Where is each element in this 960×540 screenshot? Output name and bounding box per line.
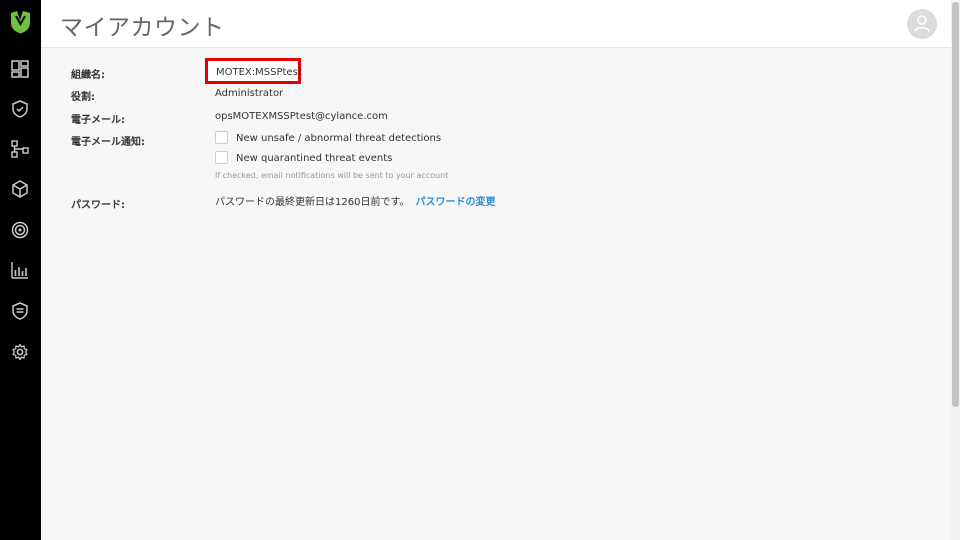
notify-threat-label[interactable]: New unsafe / abnormal threat detections (236, 133, 441, 144)
notify-threat-checkbox[interactable] (215, 131, 228, 144)
dashboard-icon[interactable] (11, 60, 29, 78)
password-age-text: パスワードの最終更新日は1260日前です。 (215, 197, 410, 208)
radar-icon[interactable] (11, 221, 29, 239)
scrollbar[interactable] (951, 0, 960, 540)
org-label: 組織名: (71, 70, 105, 81)
sidebar (0, 0, 41, 540)
list-shield-icon[interactable] (11, 302, 29, 320)
email-value: opsMOTEXMSSPtest@cylance.com (215, 111, 388, 122)
password-status: パスワードの最終更新日は1260日前です。 パスワードの変更 (215, 193, 495, 208)
page-title: マイアカウント (60, 15, 225, 41)
notify-label: 電子メール通知: (71, 137, 145, 148)
cube-icon[interactable] (11, 180, 29, 198)
change-password-link[interactable]: パスワードの変更 (415, 197, 495, 208)
org-value-highlight: MOTEX:MSSPtest (205, 58, 302, 84)
password-label: パスワード: (71, 200, 125, 211)
role-label: 役割: (71, 92, 95, 103)
account-details: 組織名: MOTEX:MSSPtest 役割: Administrator 電子… (41, 49, 951, 540)
network-icon[interactable] (11, 140, 29, 158)
user-icon (914, 15, 930, 32)
avatar[interactable] (907, 9, 937, 39)
header: マイアカウント (41, 0, 951, 48)
role-value: Administrator (215, 88, 284, 99)
shield-icon[interactable] (11, 100, 29, 118)
bar-chart-icon[interactable] (11, 261, 29, 279)
notify-quarantine-label[interactable]: New quarantined threat events (236, 153, 392, 164)
email-label: 電子メール: (71, 115, 125, 126)
cylance-logo-icon[interactable] (10, 10, 31, 34)
gear-icon[interactable] (11, 343, 29, 361)
notify-quarantine-checkbox[interactable] (215, 151, 228, 164)
org-value: MOTEX:MSSPtest (216, 67, 302, 78)
notify-hint: If checked, email notifications will be … (215, 171, 449, 180)
scroll-thumb[interactable] (952, 2, 959, 407)
